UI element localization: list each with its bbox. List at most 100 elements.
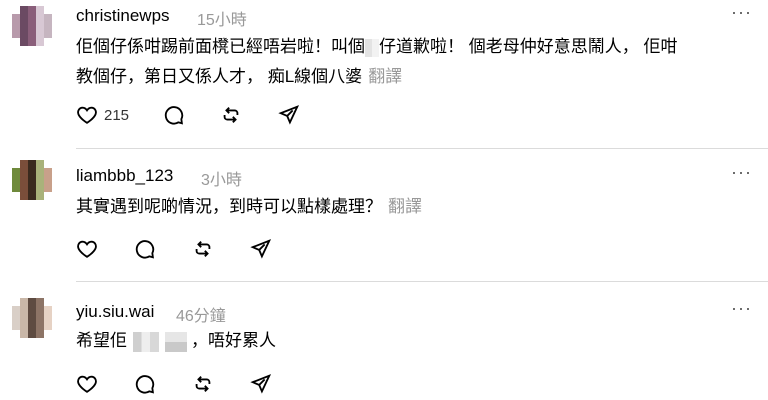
avatar[interactable]	[12, 160, 52, 200]
share-button[interactable]	[250, 373, 272, 395]
avatar-pixel	[36, 38, 44, 46]
comment-text-part: 佢個仔係咁踢前面櫈已經唔岩啦！叫個	[76, 37, 365, 56]
avatar-pixel	[20, 30, 28, 38]
comment-text-part: 其實遇到呢啲情況，到時可以點樣處理？	[76, 197, 382, 216]
avatar-pixel	[20, 184, 28, 192]
avatar[interactable]	[12, 298, 52, 338]
comment-text: 希望佢 ，唔好累人	[76, 326, 748, 356]
more-icon[interactable]: ···	[731, 2, 752, 23]
avatar-pixel	[44, 306, 52, 314]
timestamp: 15小時	[197, 12, 247, 29]
comment-item: christinewps 15小時 ··· 佢個仔係咁踢前面櫈已經唔岩啦！叫個仔…	[0, 0, 768, 148]
repost-icon	[195, 376, 211, 392]
avatar-pixel	[20, 192, 28, 200]
share-icon	[250, 239, 272, 259]
avatar-pixel	[36, 6, 44, 14]
comment-item: liambbb_123 3小時 ··· 其實遇到呢啲情況，到時可以點樣處理？ 翻譯	[0, 149, 768, 281]
avatar-pixel	[28, 176, 36, 184]
reply-button[interactable]	[163, 104, 185, 126]
username[interactable]: yiu.siu.wai	[76, 302, 154, 322]
like-button[interactable]: 215	[76, 104, 129, 126]
translate-link[interactable]: 翻譯	[368, 67, 402, 86]
comment-item: yiu.siu.wai 46分鐘 ··· 希望佢 ，唔好累人	[0, 282, 768, 400]
avatar-pixel	[36, 160, 44, 168]
avatar-pixel	[36, 192, 44, 200]
avatar-pixel	[44, 298, 52, 306]
comment-text-part: 仔道歉啦！ 個老母仲好意思鬧人， 佢咁	[379, 37, 678, 56]
avatar-pixel	[12, 192, 20, 200]
avatar-pixel	[20, 38, 28, 46]
comment-text-part: ，唔好累人	[191, 331, 276, 350]
avatar-pixel	[20, 22, 28, 30]
avatar-pixel	[20, 14, 28, 22]
translate-link[interactable]: 翻譯	[388, 197, 422, 216]
avatar-pixel	[28, 192, 36, 200]
avatar-pixel	[20, 298, 28, 306]
avatar-pixel	[20, 330, 28, 338]
avatar-pixel	[28, 184, 36, 192]
reply-button[interactable]	[134, 238, 156, 260]
avatar-pixel	[28, 306, 36, 314]
repost-button[interactable]	[192, 373, 214, 395]
avatar-pixel	[44, 38, 52, 46]
avatar-pixel	[44, 6, 52, 14]
avatar-pixel	[44, 30, 52, 38]
avatar-pixel	[12, 306, 20, 314]
avatar-pixel	[36, 306, 44, 314]
comment-icon	[135, 375, 155, 394]
avatar-pixel	[20, 6, 28, 14]
like-count: 215	[104, 106, 130, 124]
avatar-pixel	[36, 330, 44, 338]
like-button[interactable]	[76, 238, 98, 260]
avatar-pixel	[20, 168, 28, 176]
avatar-pixel	[28, 314, 36, 322]
avatar[interactable]	[12, 6, 52, 46]
avatar-pixel	[36, 22, 44, 30]
share-icon	[278, 105, 300, 125]
avatar-pixel	[36, 298, 44, 306]
like-button[interactable]	[76, 373, 98, 395]
avatar-pixel	[44, 330, 52, 338]
avatar-pixel	[44, 160, 52, 168]
reply-button[interactable]	[134, 373, 156, 395]
avatar-pixel	[36, 322, 44, 330]
avatar-pixel	[44, 168, 52, 176]
more-icon[interactable]: ···	[731, 162, 752, 183]
avatar-pixel	[28, 160, 36, 168]
repost-icon	[195, 241, 211, 257]
more-icon[interactable]: ···	[731, 298, 752, 319]
username[interactable]: christinewps	[76, 6, 170, 26]
avatar-pixel	[12, 322, 20, 330]
avatar-pixel	[20, 160, 28, 168]
timestamp: 3小時	[201, 172, 242, 189]
repost-button[interactable]	[220, 104, 242, 126]
repost-button[interactable]	[192, 238, 214, 260]
avatar-pixel	[12, 14, 20, 22]
avatar-pixel	[20, 306, 28, 314]
avatar-pixel	[36, 176, 44, 184]
share-icon	[250, 374, 272, 394]
heart-icon	[77, 375, 97, 393]
avatar-pixel	[20, 314, 28, 322]
timestamp: 46分鐘	[176, 308, 226, 325]
censored-text	[165, 331, 187, 352]
avatar-pixel	[36, 30, 44, 38]
share-button[interactable]	[278, 104, 300, 126]
share-button[interactable]	[250, 238, 272, 260]
comment-text: 其實遇到呢啲情況，到時可以點樣處理？ 翻譯	[76, 192, 748, 222]
avatar-pixel	[12, 38, 20, 46]
avatar-pixel	[28, 14, 36, 22]
username[interactable]: liambbb_123	[76, 166, 173, 186]
avatar-pixel	[36, 184, 44, 192]
avatar-pixel	[12, 176, 20, 184]
comment-icon	[164, 106, 184, 125]
avatar-pixel	[28, 22, 36, 30]
avatar-pixel	[12, 30, 20, 38]
avatar-pixel	[28, 6, 36, 14]
heart-icon	[77, 106, 97, 124]
avatar-pixel	[44, 22, 52, 30]
repost-icon	[223, 107, 239, 123]
comment-icon	[135, 240, 155, 259]
avatar-pixel	[12, 184, 20, 192]
avatar-pixel	[44, 314, 52, 322]
